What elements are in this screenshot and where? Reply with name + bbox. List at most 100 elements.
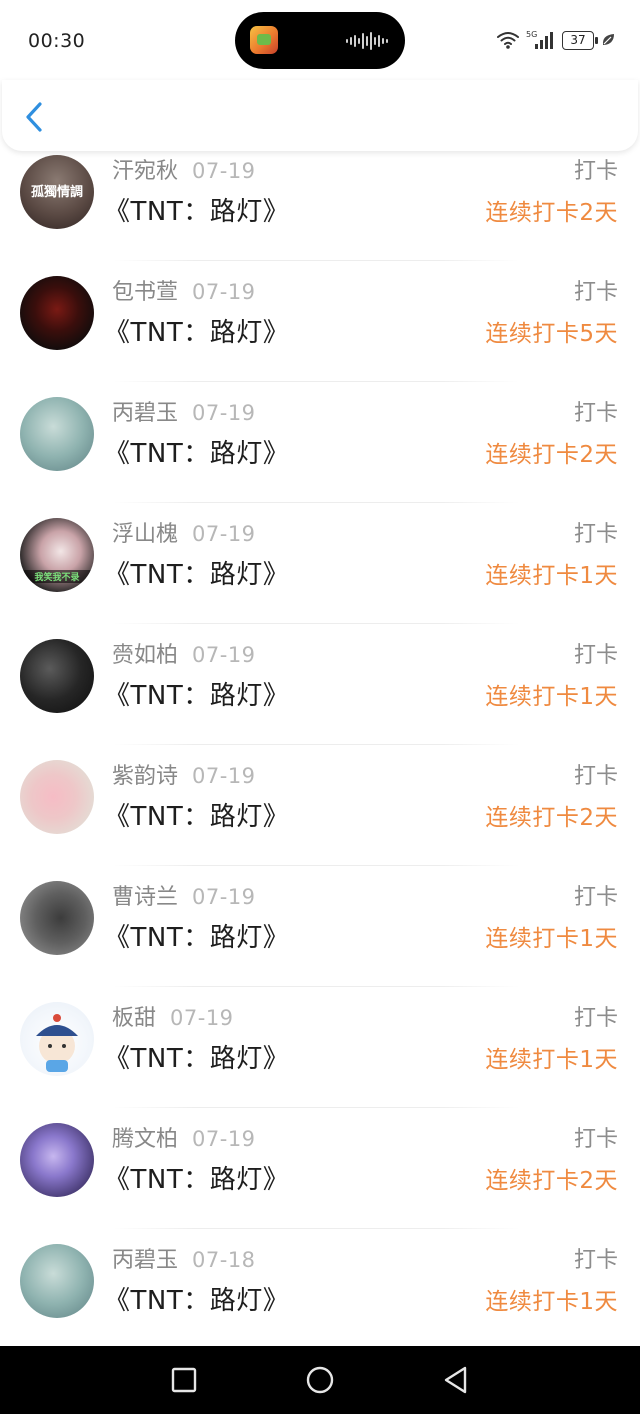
home-circle-icon[interactable] <box>304 1364 336 1396</box>
avatar[interactable] <box>20 1002 94 1076</box>
back-triangle-icon[interactable] <box>440 1364 472 1396</box>
list-item[interactable]: 板甜 07-19 《TNT：路灯》 打卡 连续打卡1天 <box>0 987 640 1108</box>
post-date: 07-19 <box>192 1127 256 1151</box>
avatar[interactable] <box>20 760 94 834</box>
user-name[interactable]: 包书萱 <box>112 280 178 305</box>
checkin-label: 打卡 <box>573 401 618 426</box>
user-name[interactable]: 丙碧玉 <box>112 1248 178 1273</box>
avatar[interactable]: 我笑我不录 <box>20 518 94 592</box>
streak-label: 连续打卡5天 <box>485 321 618 347</box>
item-title[interactable]: 《TNT：路灯》 <box>104 917 289 954</box>
system-nav-bar <box>0 1346 640 1414</box>
list-item[interactable]: 赍如柏 07-19 《TNT：路灯》 打卡连续打卡1天 <box>0 624 640 745</box>
checkin-label: 打卡 <box>573 280 618 305</box>
user-meta: 腾文柏 07-19 <box>112 1121 256 1153</box>
avatar[interactable] <box>20 1244 94 1318</box>
user-name[interactable]: 赍如柏 <box>112 643 178 668</box>
list-item[interactable]: 我笑我不录 浮山槐 07-19 《TNT：路灯》 打卡连续打卡1天 <box>0 503 640 624</box>
avatar[interactable] <box>20 397 94 471</box>
item-title[interactable]: 《TNT：路灯》 <box>104 191 289 228</box>
checkin-list: 孤獨情調 汗宛秋 07-19 《TNT：路灯》 打卡 连续打卡2天 包书萱 07-19 《TNT… <box>0 140 640 1350</box>
streak-label: 连续打卡1天 <box>485 563 618 589</box>
list-item[interactable]: 紫韵诗 07-19 《TNT：路灯》 打卡连续打卡2天 <box>0 745 640 866</box>
item-title[interactable]: 《TNT：路灯》 <box>104 675 289 712</box>
wifi-icon <box>497 32 519 49</box>
post-date: 07-19 <box>192 401 256 425</box>
list-item[interactable]: 孤獨情調 汗宛秋 07-19 《TNT：路灯》 打卡连续打卡2天 <box>0 140 640 261</box>
list-item[interactable]: 腾文柏 07-19 《TNT：路灯》 打卡连续打卡2天 <box>0 1108 640 1229</box>
checkin-label: 打卡 <box>573 1127 618 1152</box>
post-date: 07-19 <box>170 1006 234 1030</box>
leaf-icon <box>602 34 614 45</box>
cartoon-avatar-icon <box>36 1014 78 1072</box>
post-date: 07-19 <box>192 159 256 183</box>
chevron-left-icon <box>26 102 42 132</box>
user-meta: 包书萱 07-19 <box>112 274 256 306</box>
user-meta: 曹诗兰 07-19 <box>112 879 256 911</box>
item-title[interactable]: 《TNT：路灯》 <box>104 433 289 470</box>
streak-label: 连续打卡2天 <box>485 200 618 226</box>
checkin-label: 打卡 <box>573 1248 618 1273</box>
post-date: 07-19 <box>192 643 256 667</box>
checkin-label: 打卡 <box>573 522 618 547</box>
checkin-label: 打卡 <box>573 764 618 789</box>
dynamic-island[interactable] <box>235 12 405 69</box>
streak-label: 连续打卡1天 <box>485 684 618 710</box>
checkin-label: 打卡 <box>573 643 618 668</box>
list-item[interactable]: 丙碧玉 07-19 《TNT：路灯》 打卡连续打卡2天 <box>0 382 640 503</box>
network-type-label: 5G <box>526 30 537 39</box>
user-name[interactable]: 汗宛秋 <box>112 159 178 184</box>
list-item[interactable]: 曹诗兰 07-19 《TNT：路灯》 打卡连续打卡1天 <box>0 866 640 987</box>
post-date: 07-19 <box>192 764 256 788</box>
user-name[interactable]: 浮山槐 <box>112 522 178 547</box>
avatar-caption: 孤獨情調 <box>30 185 83 200</box>
streak-label: 连续打卡2天 <box>485 805 618 831</box>
island-app-icon[interactable] <box>250 26 278 54</box>
user-meta: 丙碧玉 07-19 <box>112 395 256 427</box>
item-title[interactable]: 《TNT：路灯》 <box>104 312 289 349</box>
audio-wave-icon <box>346 32 388 50</box>
avatar-caption: 我笑我不录 <box>20 570 94 583</box>
item-title[interactable]: 《TNT：路灯》 <box>104 1038 289 1075</box>
back-button[interactable] <box>18 96 58 140</box>
status-bar: 00:30 5G 37 <box>0 0 640 82</box>
post-date: 07-19 <box>192 885 256 909</box>
recents-square-icon[interactable] <box>168 1364 200 1396</box>
user-meta: 丙碧玉 07-18 <box>112 1242 256 1274</box>
user-meta: 板甜 07-19 <box>112 1000 234 1032</box>
battery-icon: 37 <box>562 30 598 50</box>
list-item[interactable]: 丙碧玉 07-18 《TNT：路灯》 打卡连续打卡1天 <box>0 1229 640 1350</box>
avatar[interactable] <box>20 881 94 955</box>
item-title[interactable]: 《TNT：路灯》 <box>104 796 289 833</box>
user-meta: 汗宛秋 07-19 <box>112 153 256 185</box>
status-icons: 5G 37 <box>496 28 616 52</box>
user-name[interactable]: 腾文柏 <box>112 1127 178 1152</box>
user-meta: 紫韵诗 07-19 <box>112 758 256 790</box>
user-name[interactable]: 曹诗兰 <box>112 885 178 910</box>
streak-label: 连续打卡1天 <box>485 926 618 952</box>
avatar[interactable] <box>20 639 94 713</box>
user-name[interactable]: 紫韵诗 <box>112 764 178 789</box>
post-date: 07-19 <box>192 522 256 546</box>
item-title[interactable]: 《TNT：路灯》 <box>104 554 289 591</box>
user-meta: 赍如柏 07-19 <box>112 637 256 669</box>
item-title[interactable]: 《TNT：路灯》 <box>104 1280 289 1317</box>
streak-label: 连续打卡2天 <box>485 1168 618 1194</box>
avatar[interactable] <box>20 276 94 350</box>
streak-label: 连续打卡1天 <box>485 1289 618 1315</box>
post-date: 07-18 <box>192 1248 256 1272</box>
post-date: 07-19 <box>192 280 256 304</box>
checkin-label: 打卡 <box>573 159 618 184</box>
item-title[interactable]: 《TNT：路灯》 <box>104 1159 289 1196</box>
user-name[interactable]: 板甜 <box>112 1006 156 1031</box>
battery-level: 37 <box>570 32 586 47</box>
cellular-signal-icon: 5G <box>526 30 553 49</box>
streak-label: 连续打卡2天 <box>485 442 618 468</box>
checkin-label: 打卡 <box>573 885 618 910</box>
avatar[interactable] <box>20 1123 94 1197</box>
user-meta: 浮山槐 07-19 <box>112 516 256 548</box>
list-item[interactable]: 包书萱 07-19 《TNT：路灯》 打卡连续打卡5天 <box>0 261 640 382</box>
avatar[interactable]: 孤獨情調 <box>20 155 94 229</box>
streak-label: 连续打卡1天 <box>485 1047 618 1073</box>
user-name[interactable]: 丙碧玉 <box>112 401 178 426</box>
